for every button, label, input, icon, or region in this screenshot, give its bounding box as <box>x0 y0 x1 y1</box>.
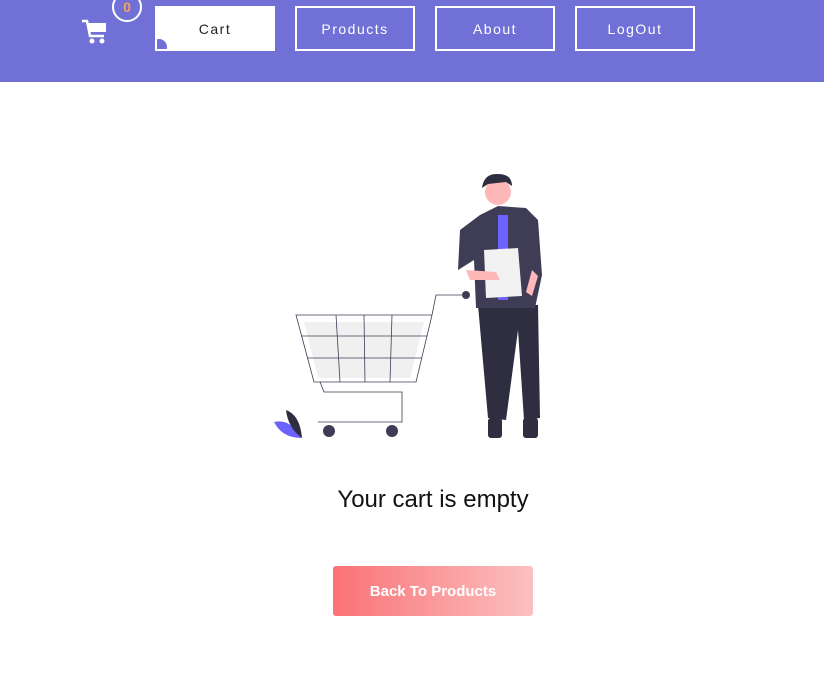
nav-about-label: About <box>472 20 518 37</box>
nav-logout-label: LogOut <box>607 20 663 37</box>
cart-count-badge: 0 <box>112 0 142 22</box>
nav-cart-button[interactable]: Cart <box>155 6 275 51</box>
navbar: 0 Cart Products About LogOut <box>0 0 824 82</box>
nav-cart-label: Cart <box>198 20 232 37</box>
nav-products-label: Products <box>321 20 389 37</box>
nav-about-button[interactable]: About <box>435 6 555 51</box>
nav-products-button[interactable]: Products <box>295 6 415 51</box>
empty-cart-message: Your cart is empty <box>337 486 529 513</box>
decorative-corner <box>157 39 167 49</box>
shopping-cart-icon[interactable] <box>80 16 110 46</box>
empty-cart-illustration <box>270 170 560 445</box>
nav-logout-button[interactable]: LogOut <box>575 6 695 51</box>
back-to-products-button[interactable]: Back To Products <box>333 566 533 616</box>
